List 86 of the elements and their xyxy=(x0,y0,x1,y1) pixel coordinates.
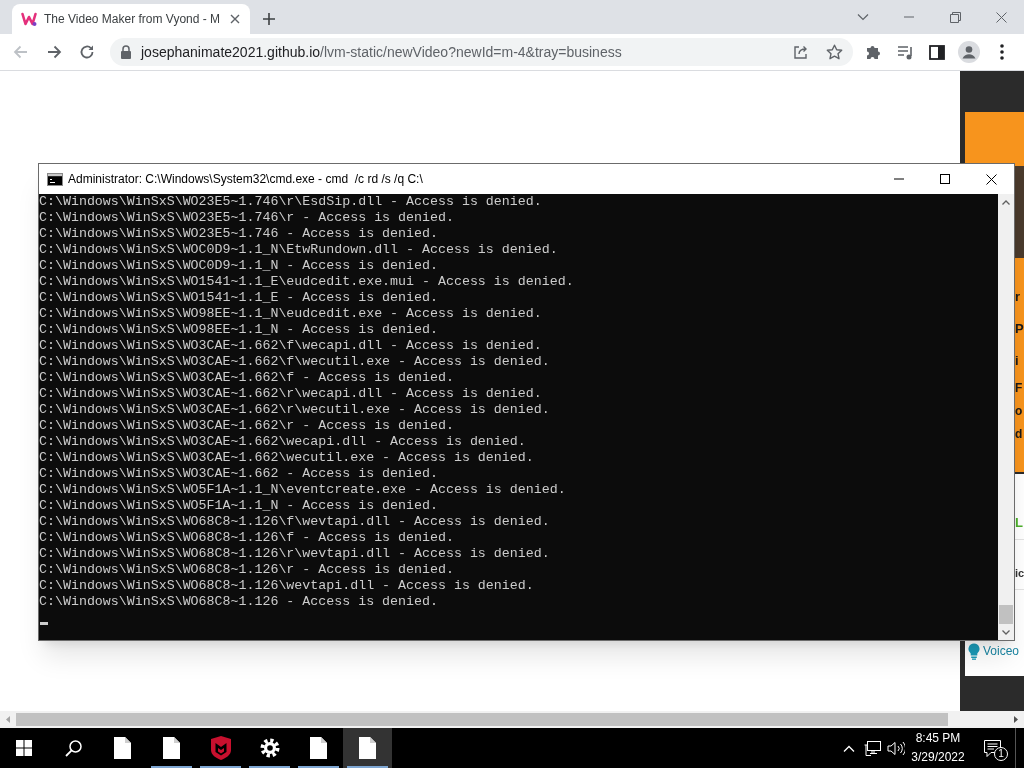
panel-heading: L xyxy=(1015,514,1023,532)
console-line: C:\Windows\WinSxS\WO5F1A~1.1_N - Access is denied. xyxy=(39,498,438,514)
console-line: C:\Windows\WinSxS\WO5F1A~1.1_N\eventcreate.exe - Access is denied. xyxy=(39,482,566,498)
banner-text: P xyxy=(1015,320,1024,338)
chevron-up-icon xyxy=(1002,200,1010,205)
console-line: C:\Windows\WinSxS\WO3CAE~1.662\f\wecutil.exe - Access is denied. xyxy=(39,354,550,370)
notifications-button[interactable]: 1 xyxy=(969,728,1015,768)
console-line: C:\Windows\WinSxS\WO68C8~1.126\wevtapi.dll - Access is denied. xyxy=(39,578,534,594)
console-line: C:\Windows\WinSxS\WO3CAE~1.662\f - Access is denied. xyxy=(39,370,454,386)
console-line: C:\Windows\WinSxS\WO1541~1.1_E - Access is denied. xyxy=(39,290,438,306)
console-line: C:\Windows\WinSxS\WO68C8~1.126\f - Access is denied. xyxy=(39,530,454,546)
console-line: C:\Windows\WinSxS\WOC0D9~1.1_N - Access is denied. xyxy=(39,258,438,274)
console-line: C:\Windows\WinSxS\WO3CAE~1.662\r\wecapi.dll - Access is denied. xyxy=(39,386,542,402)
banner-text: i xyxy=(1015,352,1019,370)
document-icon xyxy=(114,737,131,759)
console-line: C:\Windows\WinSxS\WO68C8~1.126\r - Access is denied. xyxy=(39,562,454,578)
document-icon xyxy=(310,737,327,759)
shield-icon xyxy=(209,736,232,760)
lightbulb-icon xyxy=(968,642,980,660)
lock-icon xyxy=(120,45,132,59)
scrollbar-thumb[interactable] xyxy=(999,605,1013,624)
windows-logo-icon xyxy=(16,740,32,756)
console-app-icon xyxy=(47,172,63,186)
console-line: C:\Windows\WinSxS\WO23E5~1.746\r\EsdSip.dll - Access is denied. xyxy=(39,194,542,210)
network-monitor-icon xyxy=(864,740,881,756)
star-icon xyxy=(825,44,843,60)
tab-title: The Video Maker from Vyond - M xyxy=(44,11,221,28)
close-icon xyxy=(230,14,241,24)
plus-icon xyxy=(262,12,276,26)
console-line: C:\Windows\WinSxS\WO3CAE~1.662\r - Access is denied. xyxy=(39,418,454,434)
close-icon xyxy=(985,173,997,185)
left-triangle-icon xyxy=(6,716,10,723)
banner-text: o xyxy=(1015,403,1023,420)
side-panel-icon xyxy=(929,44,945,60)
console-line: C:\Windows\WinSxS\WO68C8~1.126\r\wevtapi.dll - Access is denied. xyxy=(39,546,550,562)
notification-badge: 1 xyxy=(994,747,1008,761)
music-list-icon xyxy=(896,44,914,60)
document-icon xyxy=(359,737,376,759)
scrollbar-thumb[interactable] xyxy=(16,713,948,726)
url-text: josephanimate2021.github.io/lvm-static/newVideo?newId=m-4&tray=business xyxy=(141,42,622,62)
console-line: C:\Windows\WinSxS\WOC0D9~1.1_N\EtwRundown.dll - Access is denied. xyxy=(39,242,558,258)
kebab-menu-icon xyxy=(1000,44,1004,60)
panel-label: ic xyxy=(1015,566,1024,580)
console-line: C:\Windows\WinSxS\WO68C8~1.126\f\wevtapi.dll - Access is denied. xyxy=(39,514,550,530)
window-title: Administrator: C:\Windows\System32\cmd.exe - cmd /c rd /s /q C:\ xyxy=(68,171,423,188)
gear-icon xyxy=(259,738,280,758)
close-icon xyxy=(995,11,1007,23)
profile-button[interactable] xyxy=(955,38,983,66)
console-line: C:\Windows\WinSxS\WO23E5~1.746 - Access is denied. xyxy=(39,226,438,242)
banner-text: d xyxy=(1015,426,1023,443)
zigzag-logo-icon xyxy=(21,11,37,27)
console-line: C:\Windows\WinSxS\WO98EE~1.1_N\eudcedit.exe - Access is denied. xyxy=(39,306,542,322)
banner-text: r xyxy=(1015,288,1021,306)
clock-button[interactable]: 8:45 PM 3/29/2022 xyxy=(907,728,969,768)
chevron-down-icon xyxy=(1002,629,1010,635)
clock-date: 3/29/2022 xyxy=(911,749,965,766)
console-line: C:\Windows\WinSxS\WO3CAE~1.662\wecutil.exe - Access is denied. xyxy=(39,450,534,466)
restore-icon xyxy=(949,11,961,23)
chevron-up-icon xyxy=(843,744,855,752)
browser-tab[interactable]: The Video Maker from Vyond - M xyxy=(12,4,250,34)
speaker-icon xyxy=(886,740,905,756)
banner-text: F xyxy=(1015,380,1023,397)
share-icon xyxy=(793,44,809,60)
text-cursor xyxy=(40,622,48,625)
minimize-icon xyxy=(894,178,904,180)
console-line: C:\Windows\WinSxS\WO23E5~1.746\r - Access is denied. xyxy=(39,210,454,226)
search-icon xyxy=(64,739,82,757)
maximize-icon xyxy=(940,174,950,184)
puzzle-icon xyxy=(865,44,881,60)
address-field[interactable]: josephanimate2021.github.io/lvm-static/newVideo?newId=m-4&tray=business xyxy=(110,38,853,66)
console-line: C:\Windows\WinSxS\WO3CAE~1.662 - Access is denied. xyxy=(39,466,438,482)
console-line: C:\Windows\WinSxS\WO3CAE~1.662\f\wecapi.dll - Access is denied. xyxy=(39,338,542,354)
chevron-down-icon xyxy=(857,13,869,21)
right-triangle-icon xyxy=(1014,716,1018,723)
console-line: C:\Windows\WinSxS\WO98EE~1.1_N - Access is denied. xyxy=(39,322,438,338)
console-line: C:\Windows\WinSxS\WO3CAE~1.662\r\wecutil.exe - Access is denied. xyxy=(39,402,550,418)
console-line: C:\Windows\WinSxS\WO1541~1.1_E\eudcedit.exe.mui - Access is denied. xyxy=(39,274,574,290)
speech-bubble-icon xyxy=(983,739,1001,757)
document-icon xyxy=(163,737,180,759)
tip-link[interactable]: Voiceo xyxy=(983,642,1020,660)
minimize-icon xyxy=(904,16,914,18)
clock-time: 8:45 PM xyxy=(915,730,961,747)
taskbar-app-button[interactable] xyxy=(343,728,392,768)
console-line: C:\Windows\WinSxS\WO68C8~1.126 - Access is denied. xyxy=(39,594,438,610)
avatar-icon xyxy=(958,41,980,63)
console-line: C:\Windows\WinSxS\WO3CAE~1.662\wecapi.dll - Access is denied. xyxy=(39,434,526,450)
